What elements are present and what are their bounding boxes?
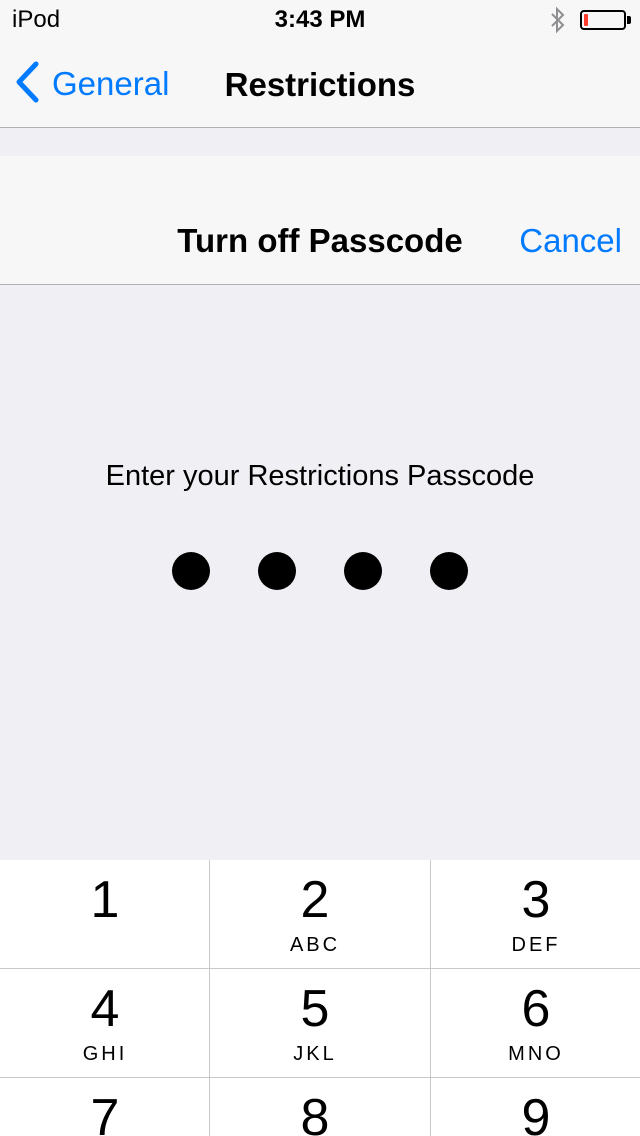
battery-level-fill (584, 14, 588, 26)
passcode-dot-filled (258, 552, 296, 590)
key-letters: GHI (82, 1043, 128, 1065)
key-1[interactable]: 1 (0, 860, 210, 968)
key-4[interactable]: 4 GHI (0, 969, 210, 1077)
battery-icon (580, 10, 626, 30)
keypad-divider (0, 968, 640, 969)
keypad-divider (209, 860, 210, 1136)
keypad-divider (430, 860, 431, 1136)
key-letters: MNO (508, 1043, 564, 1065)
key-7[interactable]: 7 (0, 1078, 210, 1136)
key-digit: 1 (90, 871, 120, 929)
key-8[interactable]: 8 (210, 1078, 420, 1136)
key-digit: 4 (90, 980, 120, 1038)
key-6[interactable]: 6 MNO (431, 969, 640, 1077)
numeric-keypad: 1 2 ABC 3 DEF 4 GHI 5 JKL 6 MNO 7 8 9 (0, 860, 640, 1136)
passcode-dot-filled (344, 552, 382, 590)
passcode-dots (0, 552, 640, 590)
passcode-prompt: Enter your Restrictions Passcode (105, 460, 535, 492)
passcode-dot-filled (172, 552, 210, 590)
page-title: Restrictions (224, 66, 416, 103)
key-2[interactable]: 2 ABC (210, 860, 420, 968)
key-letters: DEF (511, 934, 561, 956)
key-digit: 8 (300, 1089, 330, 1136)
battery-nub (627, 16, 631, 24)
key-digit: 5 (300, 980, 330, 1038)
key-5[interactable]: 5 JKL (210, 969, 420, 1077)
key-digit: 2 (300, 871, 330, 929)
keypad-divider (0, 1077, 640, 1078)
key-digit: 3 (521, 871, 551, 929)
cancel-button[interactable]: Cancel (519, 222, 622, 260)
status-bar: iPod 3:43 PM (0, 0, 640, 40)
key-3[interactable]: 3 DEF (431, 860, 640, 968)
key-digit: 7 (90, 1089, 120, 1136)
key-digit: 6 (521, 980, 551, 1038)
passcode-sheet-header: Turn off Passcode Cancel (0, 156, 640, 285)
bluetooth-icon (548, 6, 568, 34)
key-9[interactable]: 9 (431, 1078, 640, 1136)
key-letters: JKL (293, 1043, 337, 1065)
key-digit: 9 (521, 1089, 551, 1136)
navigation-bar: General Restrictions (0, 40, 640, 128)
passcode-dot-filled (430, 552, 468, 590)
status-time: 3:43 PM (274, 6, 366, 33)
key-letters: ABC (289, 934, 341, 956)
